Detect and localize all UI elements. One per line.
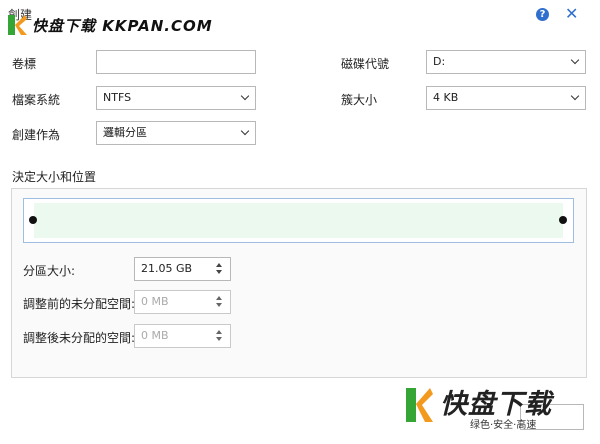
file-system-value: NTFS	[103, 91, 132, 104]
watermark-bottom: 快盘下载 绿色·安全·高速	[404, 380, 594, 436]
spinner-arrows-icon[interactable]	[216, 329, 224, 343]
kk-logo-icon	[8, 15, 27, 35]
drive-letter-value: D:	[433, 55, 446, 68]
partition-start-handle[interactable]	[29, 216, 37, 224]
unalloc-before-spinner[interactable]: 0 MB	[134, 290, 231, 314]
partition-size-value: 21.05 GB	[141, 262, 193, 275]
create-as-select[interactable]: 邏輯分區	[96, 121, 256, 145]
spinner-arrows-icon[interactable]	[216, 262, 224, 276]
size-section-title: 決定大小和位置	[12, 170, 97, 184]
file-system-select[interactable]: NTFS	[96, 86, 256, 110]
chevron-down-icon	[570, 91, 580, 101]
kk-logo-icon	[406, 388, 433, 422]
watermark-top-text: 快盘下载 KKPAN.COM	[32, 16, 213, 35]
create-as-label: 創建作為	[12, 128, 61, 142]
cluster-size-label: 簇大小	[341, 93, 378, 107]
file-system-label: 檔案系統	[12, 93, 61, 107]
drive-letter-select[interactable]: D:	[426, 50, 586, 74]
chevron-down-icon	[570, 55, 580, 65]
partition-size-spinner[interactable]: 21.05 GB	[134, 257, 231, 281]
chevron-down-icon	[240, 91, 250, 101]
unalloc-after-label: 調整後未分配的空間:	[23, 331, 136, 345]
spinner-arrows-icon[interactable]	[216, 295, 224, 309]
drive-letter-label: 磁碟代號	[341, 57, 390, 71]
unalloc-before-value: 0 MB	[141, 295, 169, 308]
watermark-bottom-tagline: 绿色·安全·高速	[470, 420, 537, 431]
unalloc-after-spinner[interactable]: 0 MB	[134, 324, 231, 348]
cluster-size-select[interactable]: 4 KB	[426, 86, 586, 110]
volume-label-label: 卷標	[12, 57, 37, 71]
watermark-top: 快盘下载 KKPAN.COM	[6, 12, 213, 38]
partition-bar[interactable]	[23, 198, 574, 243]
cluster-size-value: 4 KB	[433, 91, 459, 104]
create-as-value: 邏輯分區	[103, 126, 147, 139]
chevron-down-icon	[240, 126, 250, 136]
partition-end-handle[interactable]	[559, 216, 567, 224]
partition-size-label: 分區大小:	[23, 264, 76, 278]
partition-bar-fill	[34, 203, 563, 238]
unalloc-after-value: 0 MB	[141, 329, 169, 342]
help-icon[interactable]: ?	[536, 8, 549, 21]
close-icon[interactable]: ✕	[565, 4, 578, 23]
unalloc-before-label: 調整前的未分配空間:	[23, 297, 136, 311]
volume-label-input[interactable]	[96, 50, 256, 74]
